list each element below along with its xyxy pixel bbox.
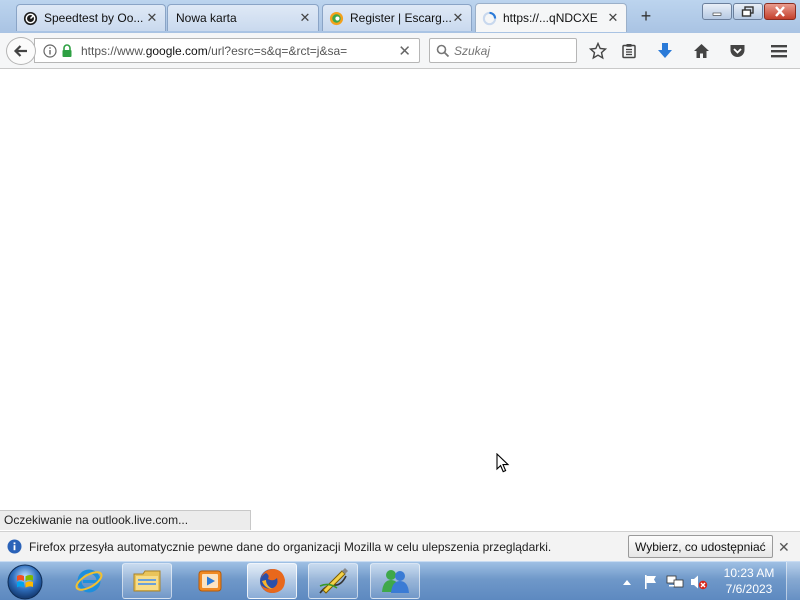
internet-explorer-icon (75, 569, 103, 593)
choose-data-sharing-button[interactable]: Wybierz, co udostępniać (628, 535, 773, 558)
show-desktop-button[interactable] (786, 562, 800, 600)
messenger-icon (382, 570, 409, 593)
lock-icon[interactable] (61, 43, 73, 58)
home-icon (693, 44, 709, 58)
taskbar: 10:23 AM 7/6/2023 (0, 561, 800, 600)
taskbar-paint-tool[interactable] (308, 563, 358, 599)
paint-tool-icon (319, 568, 348, 594)
bookmark-star-button[interactable] (587, 41, 609, 61)
page-content[interactable] (0, 70, 800, 530)
tab-new-tab[interactable]: Nowa karta ✕ (167, 4, 319, 31)
search-icon (436, 44, 450, 57)
media-player-icon (198, 570, 222, 592)
network-icon (666, 575, 684, 587)
stop-loading-icon[interactable]: ✕ (398, 42, 411, 60)
speedtest-icon (23, 11, 38, 25)
taskbar-internet-explorer[interactable] (64, 563, 114, 599)
taskbar-file-explorer[interactable] (122, 563, 172, 599)
taskbar-media-player[interactable] (185, 563, 235, 599)
loading-spinner-icon (482, 11, 497, 25)
status-bar: Oczekiwanie na outlook.live.com... (0, 510, 251, 530)
volume-button[interactable] (690, 573, 708, 591)
pocket-button[interactable] (726, 41, 748, 61)
window-minimize-button[interactable] (702, 3, 732, 20)
tab-strip: Speedtest by Oo... ✕ Nowa karta ✕ Regist… (0, 0, 800, 33)
url-path: /url?esrc=s&q=&rct=j&sa= (207, 43, 348, 58)
close-icon[interactable]: ✕ (778, 539, 790, 556)
flag-icon (645, 574, 656, 589)
action-center-button[interactable] (642, 573, 660, 591)
system-tray (618, 562, 714, 600)
close-icon (775, 6, 785, 17)
escargot-icon (329, 11, 344, 25)
window-close-button[interactable] (764, 3, 796, 20)
downloads-button[interactable] (654, 41, 676, 61)
firefox-icon (260, 569, 285, 593)
tab-label: Nowa karta (176, 11, 237, 25)
notification-bar: Firefox przesyła automatycznie pewne dan… (0, 531, 800, 561)
tab-label: Register | Escarg... (350, 11, 451, 25)
clock-time: 10:23 AM (723, 566, 775, 580)
clipboard-icon (622, 44, 636, 59)
chevron-up-icon (623, 579, 631, 585)
star-icon (589, 42, 607, 60)
reading-list-button[interactable] (618, 41, 640, 61)
notification-message: Firefox przesyła automatycznie pewne dan… (29, 539, 552, 554)
clock-date: 7/6/2023 (725, 582, 773, 596)
new-tab-button[interactable]: + (636, 7, 656, 27)
url-text[interactable]: https://www.google.com/url?esrc=s&q=&rct… (81, 44, 361, 58)
taskbar-firefox[interactable] (247, 563, 297, 599)
tab-close-icon[interactable]: ✕ (298, 11, 312, 25)
tab-close-icon[interactable]: ✕ (451, 11, 465, 25)
pocket-icon (730, 45, 744, 57)
info-icon[interactable] (43, 43, 57, 58)
speaker-muted-icon (691, 575, 708, 589)
restore-icon (741, 5, 754, 17)
start-button[interactable] (3, 562, 47, 600)
home-button[interactable] (690, 41, 712, 61)
search-input[interactable] (454, 43, 564, 58)
url-host: google.com (145, 43, 208, 58)
back-arrow-icon (13, 45, 27, 57)
tab-register-escargot[interactable]: Register | Escarg... ✕ (322, 4, 472, 31)
minimize-icon (712, 12, 722, 16)
download-arrow-icon (658, 43, 672, 58)
url-prefix: https://www. (81, 43, 146, 58)
hamburger-menu-icon (771, 45, 787, 58)
url-bar[interactable]: https://www.google.com/url?esrc=s&q=&rct… (34, 38, 420, 63)
tab-label: https://...qNDCXE (503, 11, 598, 25)
search-bar[interactable] (429, 38, 577, 63)
show-hidden-icons-button[interactable] (618, 573, 636, 591)
taskbar-clock[interactable]: 10:23 AM 7/6/2023 (714, 565, 784, 597)
back-button[interactable] (6, 37, 36, 65)
tab-active-loading[interactable]: https://...qNDCXE ✕ (475, 3, 627, 32)
menu-button[interactable] (768, 41, 790, 61)
network-button[interactable] (666, 573, 684, 591)
tab-close-icon[interactable]: ✕ (606, 11, 620, 25)
windows-logo-icon (7, 564, 43, 599)
file-explorer-icon (133, 570, 161, 592)
window-restore-button[interactable] (733, 3, 763, 20)
tab-label: Speedtest by Oo... (44, 11, 144, 25)
mouse-cursor-icon (496, 453, 510, 473)
info-icon (7, 539, 22, 554)
taskbar-messenger[interactable] (370, 563, 420, 599)
navigation-toolbar: https://www.google.com/url?esrc=s&q=&rct… (0, 33, 800, 69)
tab-close-icon[interactable]: ✕ (145, 11, 159, 25)
tab-speedtest[interactable]: Speedtest by Oo... ✕ (16, 4, 166, 31)
